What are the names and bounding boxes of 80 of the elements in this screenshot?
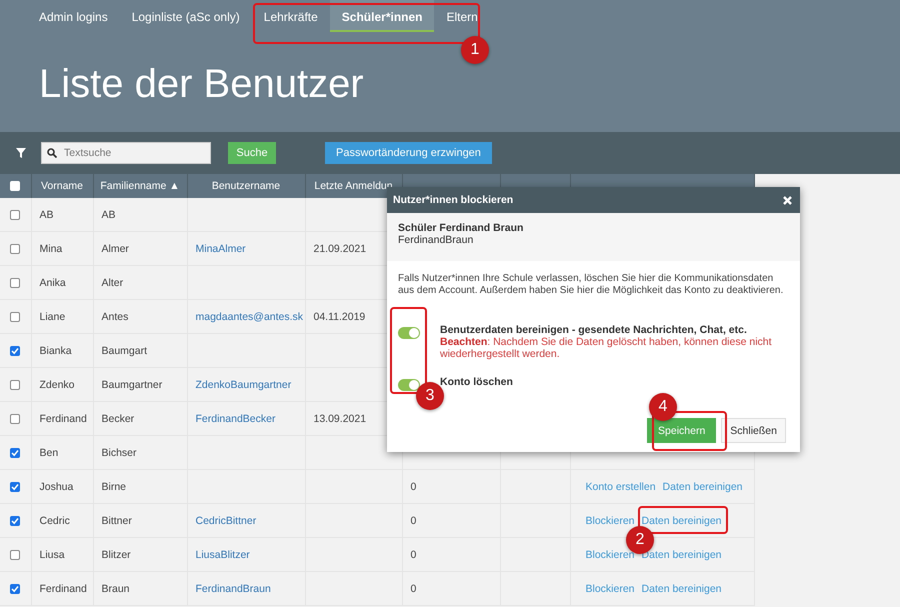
username-link[interactable]: LiusaBlitzer bbox=[196, 548, 250, 560]
checkbox[interactable] bbox=[10, 312, 20, 322]
last-name-cell: Birne bbox=[93, 470, 187, 504]
column-header[interactable]: Vorname bbox=[31, 174, 93, 198]
first-name-cell: Bianka bbox=[31, 334, 93, 368]
action-link[interactable]: Daten bereinigen bbox=[662, 480, 743, 492]
search-button[interactable]: Suche bbox=[228, 142, 276, 164]
search-icon bbox=[47, 148, 57, 158]
checkbox[interactable] bbox=[10, 210, 20, 220]
first-name-cell: Liusa bbox=[31, 538, 93, 572]
nav-tab[interactable]: Eltern bbox=[434, 0, 490, 32]
filter-icon[interactable] bbox=[16, 148, 26, 158]
action-link[interactable]: Daten bereinigen bbox=[642, 514, 722, 526]
last-name-cell: Baumgartner bbox=[93, 368, 187, 402]
option-label: Benutzerdaten bereinigen - gesendete Nachrichten, Chat, etc. bbox=[440, 324, 748, 336]
last-name-cell: Antes bbox=[93, 300, 187, 334]
save-button[interactable]: Speichern bbox=[647, 418, 716, 443]
page-title: Liste der Benutzer bbox=[39, 62, 364, 107]
action-link[interactable]: Blockieren bbox=[586, 582, 635, 594]
close-icon[interactable] bbox=[783, 196, 792, 204]
column-header[interactable]: Benutzername bbox=[187, 174, 305, 198]
last-name-cell: Alter bbox=[93, 266, 187, 300]
toggle-switch[interactable] bbox=[398, 379, 420, 391]
nav-tab[interactable]: Lehrkräfte bbox=[252, 0, 330, 32]
last-name-cell: Almer bbox=[93, 232, 187, 266]
checkbox[interactable] bbox=[10, 448, 20, 458]
nav-tab[interactable]: Admin logins bbox=[27, 0, 120, 32]
nav-tab[interactable]: Loginliste (aSc only) bbox=[120, 0, 252, 32]
username-link[interactable]: FerdinandBecker bbox=[196, 412, 276, 424]
logins-count: 0 bbox=[410, 514, 416, 526]
checkbox[interactable] bbox=[10, 482, 20, 492]
last-name-cell: Blitzer bbox=[93, 538, 187, 572]
last-name-cell: Bittner bbox=[93, 504, 187, 538]
last-name-cell: Braun bbox=[93, 572, 187, 606]
user-login: FerdinandBraun bbox=[398, 234, 474, 246]
nav-tab[interactable]: Schüler*innen bbox=[330, 0, 434, 32]
last-login-text: 13.09.2021 bbox=[314, 412, 366, 424]
username-link[interactable]: ZdenkoBaumgartner bbox=[196, 378, 292, 390]
last-name-cell: Bichser bbox=[93, 436, 187, 470]
last-login-text: 21.09.2021 bbox=[314, 242, 366, 254]
search-field[interactable]: Textsuche bbox=[41, 142, 211, 164]
first-name-cell: Zdenko bbox=[31, 368, 93, 402]
toggle-switch[interactable] bbox=[398, 327, 420, 339]
warning-text: Beachten: Nachdem Sie die Daten gelöscht haben, können diese nicht wiederhergestellt werden. bbox=[440, 336, 773, 360]
logins-count: 0 bbox=[410, 548, 416, 560]
first-name-cell: Mina bbox=[31, 232, 93, 266]
column-header[interactable]: Familienname ▲ bbox=[93, 174, 187, 198]
action-link[interactable]: Blockieren bbox=[586, 514, 635, 526]
first-name-cell: Anika bbox=[31, 266, 93, 300]
username-link[interactable]: magdaantes@antes.sk bbox=[196, 310, 304, 322]
logins-count: 0 bbox=[410, 480, 416, 492]
checkbox[interactable] bbox=[10, 414, 20, 424]
last-name-cell: Baumgart bbox=[93, 334, 187, 368]
last-login-text: 04.11.2019 bbox=[314, 310, 366, 322]
first-name-cell: Cedric bbox=[31, 504, 93, 538]
first-name-cell: Joshua bbox=[31, 470, 93, 504]
checkbox[interactable] bbox=[10, 346, 20, 356]
action-link[interactable]: Daten bereinigen bbox=[642, 582, 722, 594]
close-button[interactable]: Schließen bbox=[721, 418, 786, 443]
checkbox[interactable] bbox=[10, 380, 20, 390]
dialog-description: Falls Nutzer*innen Ihre Schule verlassen, löschen Sie hier die Kommunikationsdaten aus dem Account. Außerdem haben Sie hier die Möglichkeit das Konto zu deaktivieren. bbox=[398, 273, 784, 297]
username-link[interactable]: MinaAlmer bbox=[196, 242, 246, 254]
checkbox[interactable] bbox=[10, 516, 20, 526]
first-name-cell: Ferdinand bbox=[31, 402, 93, 436]
first-name-cell: Ferdinand bbox=[31, 572, 93, 606]
user-name: Schüler Ferdinand Braun bbox=[398, 222, 524, 234]
action-link[interactable]: Konto erstellen bbox=[586, 480, 656, 492]
username-link[interactable]: CedricBittner bbox=[196, 514, 256, 526]
checkbox[interactable] bbox=[10, 550, 20, 560]
last-name-cell: Becker bbox=[93, 402, 187, 436]
first-name-cell: AB bbox=[31, 198, 93, 232]
checkbox[interactable] bbox=[10, 278, 20, 288]
first-name-cell: Liane bbox=[31, 300, 93, 334]
username-link[interactable]: FerdinandBraun bbox=[196, 582, 271, 594]
force-password-button[interactable]: Passwortänderung erzwingen bbox=[325, 142, 492, 164]
checkbox[interactable] bbox=[10, 584, 20, 594]
first-name-cell: Ben bbox=[31, 436, 93, 470]
last-name-cell: AB bbox=[93, 198, 187, 232]
logins-count: 0 bbox=[410, 582, 416, 594]
checkbox[interactable] bbox=[10, 244, 20, 254]
